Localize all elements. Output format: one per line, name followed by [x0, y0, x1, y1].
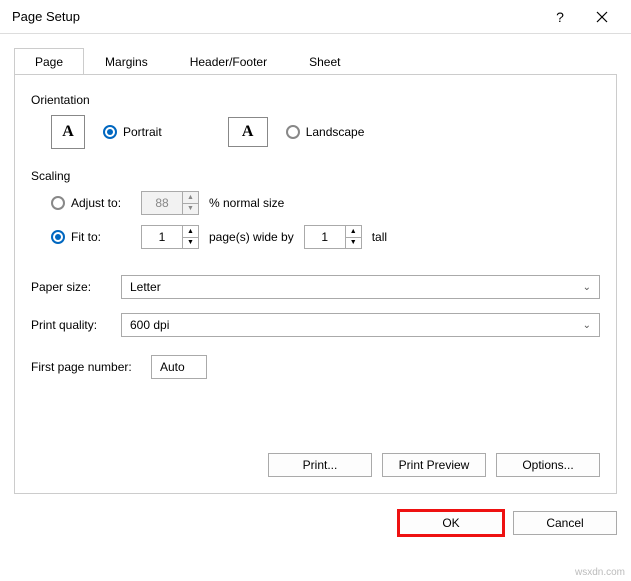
- spin-down-icon[interactable]: ▼: [346, 238, 361, 249]
- first-page-number-input[interactable]: Auto: [151, 355, 207, 379]
- scaling-label: Scaling: [31, 169, 600, 183]
- tab-margins[interactable]: Margins: [84, 48, 169, 75]
- fit-mid-label: page(s) wide by: [209, 230, 294, 244]
- cancel-button[interactable]: Cancel: [513, 511, 617, 535]
- landscape-radio[interactable]: Landscape: [286, 125, 365, 139]
- print-quality-label: Print quality:: [31, 318, 121, 332]
- print-quality-value: 600 dpi: [130, 318, 169, 332]
- fit-tall-suffix: tall: [372, 230, 387, 244]
- radio-circle-icon: [51, 230, 65, 244]
- paper-size-select[interactable]: Letter ⌄: [121, 275, 600, 299]
- fit-wide-spinner[interactable]: 1 ▲▼: [141, 225, 199, 249]
- fit-to-label: Fit to:: [71, 230, 101, 244]
- adjust-to-radio[interactable]: Adjust to:: [51, 196, 131, 210]
- paper-size-label: Paper size:: [31, 280, 121, 294]
- watermark: wsxdn.com: [575, 567, 625, 578]
- chevron-down-icon: ⌄: [583, 282, 591, 293]
- tab-page[interactable]: Page: [14, 48, 84, 75]
- fit-to-radio[interactable]: Fit to:: [51, 230, 131, 244]
- first-page-number-label: First page number:: [31, 360, 151, 374]
- spin-up-icon[interactable]: ▲: [183, 226, 198, 238]
- tab-strip: Page Margins Header/Footer Sheet: [0, 34, 631, 75]
- spin-down-icon[interactable]: ▼: [183, 238, 198, 249]
- landscape-radio-label: Landscape: [306, 125, 365, 139]
- spin-down-icon[interactable]: ▼: [183, 204, 198, 215]
- portrait-radio[interactable]: Portrait: [103, 125, 162, 139]
- orientation-row: A Portrait A Landscape: [31, 115, 600, 149]
- radio-circle-icon: [286, 125, 300, 139]
- help-button[interactable]: ?: [539, 0, 581, 34]
- landscape-icon: A: [228, 117, 268, 147]
- tab-headerfooter[interactable]: Header/Footer: [169, 48, 288, 75]
- fit-wide-value: 1: [142, 226, 182, 248]
- options-button[interactable]: Options...: [496, 453, 600, 477]
- fit-tall-value: 1: [305, 226, 345, 248]
- radio-circle-icon: [51, 196, 65, 210]
- radio-circle-icon: [103, 125, 117, 139]
- print-preview-button[interactable]: Print Preview: [382, 453, 486, 477]
- portrait-icon: A: [51, 115, 85, 149]
- close-icon: [596, 11, 608, 23]
- spin-up-icon[interactable]: ▲: [183, 192, 198, 204]
- orientation-label: Orientation: [31, 93, 600, 107]
- adjust-to-value: 88: [142, 192, 182, 214]
- tab-content-page: Orientation A Portrait A Landscape Scali…: [14, 74, 617, 494]
- chevron-down-icon: ⌄: [583, 320, 591, 331]
- adjust-to-spinner[interactable]: 88 ▲▼: [141, 191, 199, 215]
- dialog-footer: OK Cancel: [0, 505, 631, 541]
- paper-size-value: Letter: [130, 280, 161, 294]
- close-button[interactable]: [581, 0, 623, 34]
- fit-tall-spinner[interactable]: 1 ▲▼: [304, 225, 362, 249]
- portrait-radio-label: Portrait: [123, 125, 162, 139]
- print-quality-select[interactable]: 600 dpi ⌄: [121, 313, 600, 337]
- titlebar: Page Setup ?: [0, 0, 631, 34]
- window-title: Page Setup: [12, 9, 539, 24]
- ok-button[interactable]: OK: [399, 511, 503, 535]
- print-button[interactable]: Print...: [268, 453, 372, 477]
- spin-up-icon[interactable]: ▲: [346, 226, 361, 238]
- first-page-number-value: Auto: [160, 360, 185, 374]
- adjust-to-suffix: % normal size: [209, 196, 284, 210]
- adjust-to-label: Adjust to:: [71, 196, 121, 210]
- tab-sheet[interactable]: Sheet: [288, 48, 361, 75]
